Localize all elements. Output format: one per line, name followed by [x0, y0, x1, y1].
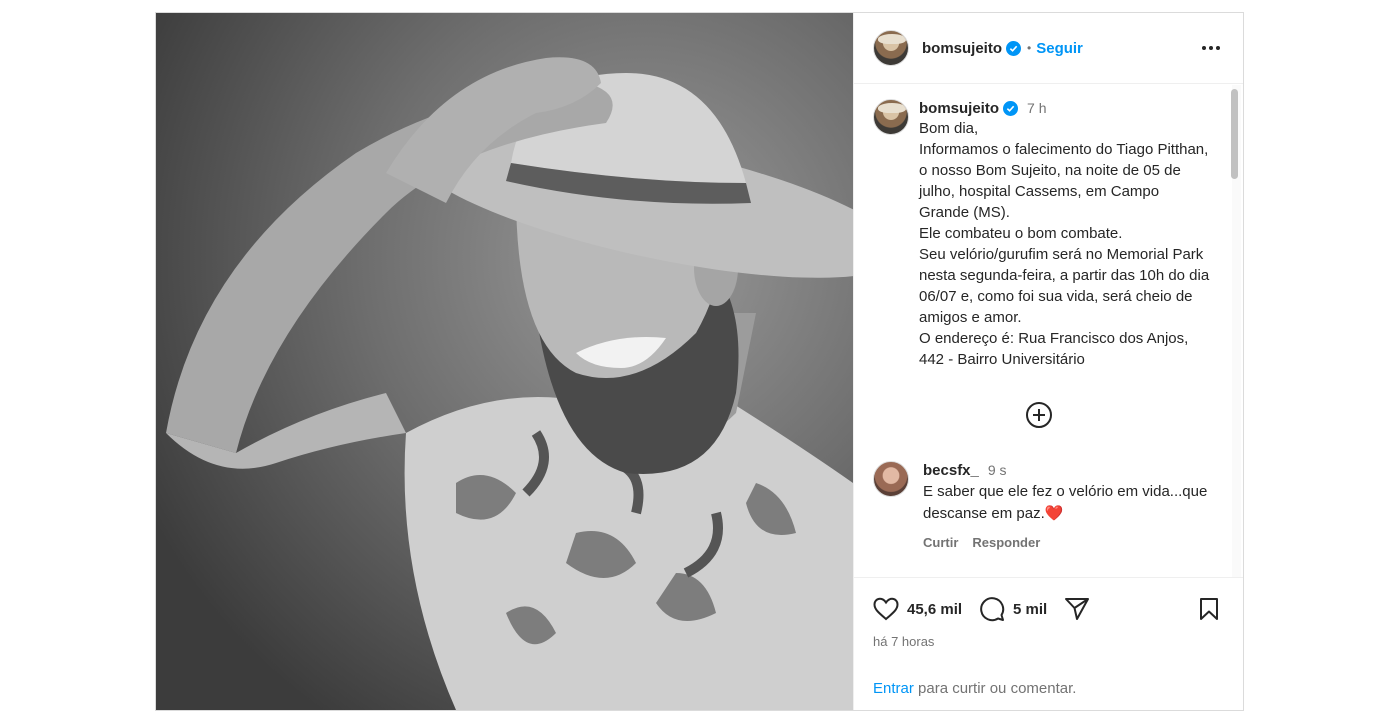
commenter-username[interactable]: becsfx_	[923, 462, 979, 479]
posted-time[interactable]: há 7 horas	[873, 634, 934, 649]
comment-reply-button[interactable]: Responder	[972, 535, 1040, 550]
scrollbar-thumb[interactable]	[1231, 89, 1238, 179]
follow-button[interactable]: Seguir	[1036, 40, 1083, 57]
header-separator: •	[1027, 41, 1032, 55]
portrait-illustration	[156, 13, 853, 710]
bookmark-icon[interactable]	[1195, 595, 1223, 623]
commenter-avatar[interactable]	[873, 461, 909, 497]
side-panel: bomsujeito • Seguir bomsujeito 7 h Bom d…	[853, 13, 1243, 710]
caption-time[interactable]: 7 h	[1027, 100, 1046, 116]
post-container: bomsujeito • Seguir bomsujeito 7 h Bom d…	[155, 12, 1244, 711]
heart-icon[interactable]	[872, 595, 900, 623]
login-prompt: Entrar para curtir ou comentar.	[873, 680, 1076, 697]
author-username[interactable]: bomsujeito	[922, 40, 1002, 57]
caption-author-avatar[interactable]	[873, 99, 909, 135]
heart-emoji: ❤️	[1044, 505, 1064, 522]
login-prompt-text: para curtir ou comentar.	[913, 680, 1077, 697]
author-avatar[interactable]	[873, 30, 909, 66]
comment-text-body: E saber que ele fez o velório em vida...…	[923, 483, 1208, 522]
caption-author-username[interactable]: bomsujeito	[919, 100, 999, 117]
comment-text: E saber que ele fez o velório em vida...…	[923, 481, 1213, 525]
actions-bar: 45,6 mil 5 mil há 7 horas Entrar para cu…	[854, 577, 1243, 710]
login-link[interactable]: Entrar	[873, 680, 914, 697]
post-caption: bomsujeito 7 h Bom dia, Informamos o fal…	[873, 99, 1213, 370]
verified-badge-icon	[1003, 100, 1019, 116]
verified-badge-icon	[1006, 40, 1022, 56]
post-header: bomsujeito • Seguir	[854, 13, 1243, 84]
comment-time[interactable]: 9 s	[988, 462, 1007, 478]
comments-scroll-area[interactable]: bomsujeito 7 h Bom dia, Informamos o fal…	[854, 85, 1243, 577]
caption-text: Bom dia, Informamos o falecimento do Tia…	[919, 120, 1210, 368]
comment-icon[interactable]	[978, 595, 1006, 623]
likes-count[interactable]: 45,6 mil	[907, 601, 962, 618]
share-icon[interactable]	[1063, 595, 1091, 623]
post-photo[interactable]	[156, 13, 853, 710]
plus-circle-icon[interactable]	[1025, 401, 1053, 429]
comments-count[interactable]: 5 mil	[1013, 601, 1047, 618]
comment-item: becsfx_ 9 s E saber que ele fez o velóri…	[873, 461, 1213, 550]
ellipsis-icon[interactable]	[1200, 37, 1222, 59]
comment-like-button[interactable]: Curtir	[923, 535, 958, 550]
